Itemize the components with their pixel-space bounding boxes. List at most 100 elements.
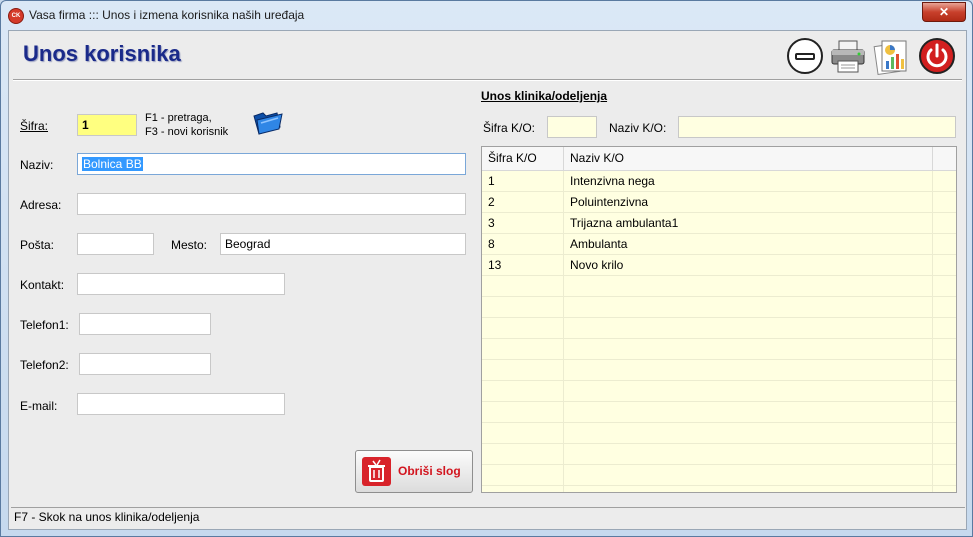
- table-row[interactable]: [482, 465, 956, 486]
- app-icon[interactable]: CK: [8, 8, 24, 24]
- cell-naziv: Trijazna ambulanta1: [564, 213, 933, 233]
- cell-naziv: [564, 486, 933, 492]
- cell-naziv: Ambulanta: [564, 234, 933, 254]
- cell-extra: [933, 171, 956, 191]
- status-bar: F7 - Skok na unos klinika/odeljenja: [11, 507, 965, 527]
- cell-naziv: [564, 318, 933, 338]
- cell-naziv: Intenzivna nega: [564, 171, 933, 191]
- table-row[interactable]: 13 Novo krilo: [482, 255, 956, 276]
- close-button[interactable]: ✕: [922, 2, 966, 22]
- table-header: Šifra K/O Naziv K/O: [482, 147, 956, 171]
- table-row[interactable]: [482, 276, 956, 297]
- naziv-ko-input[interactable]: [678, 116, 956, 138]
- cell-sifra: [482, 381, 564, 401]
- cell-naziv: [564, 423, 933, 443]
- cell-extra: [933, 486, 956, 492]
- klinike-section-title: Unos klinika/odeljenja: [481, 89, 608, 103]
- telefon1-label: Telefon1:: [20, 318, 69, 332]
- email-input[interactable]: [77, 393, 285, 415]
- klinike-table[interactable]: Šifra K/O Naziv K/O 1 Intenzivna nega 2 Pol…: [481, 146, 957, 493]
- printer-icon[interactable]: [829, 37, 867, 75]
- table-row[interactable]: [482, 381, 956, 402]
- column-header-naziv[interactable]: Naziv K/O: [564, 147, 933, 170]
- cell-sifra: 2: [482, 192, 564, 212]
- naziv-input[interactable]: Bolnica BB: [77, 153, 466, 175]
- trash-icon: [362, 457, 391, 486]
- sifra-label: Šifra:: [20, 119, 49, 133]
- cell-sifra: [482, 318, 564, 338]
- cell-naziv: [564, 381, 933, 401]
- cell-naziv: [564, 444, 933, 464]
- kontakt-input[interactable]: [77, 273, 285, 295]
- table-row[interactable]: 2 Poluintenzivna: [482, 192, 956, 213]
- minimize-icon[interactable]: [786, 37, 824, 75]
- delete-record-label: Obriši slog: [398, 464, 461, 478]
- cell-extra: [933, 213, 956, 233]
- title-bar[interactable]: CK Vasa firma ::: Unos i izmena korisnik…: [1, 1, 972, 29]
- table-row[interactable]: [482, 339, 956, 360]
- table-row[interactable]: 3 Trijazna ambulanta1: [482, 213, 956, 234]
- cell-extra: [933, 192, 956, 212]
- cell-sifra: 3: [482, 213, 564, 233]
- client-area: Unos korisnika Šifra: 1 F1 - pretraga, F…: [8, 30, 967, 530]
- sifra-ko-input[interactable]: [547, 116, 597, 138]
- adresa-label: Adresa:: [20, 198, 62, 212]
- power-icon[interactable]: [918, 37, 956, 75]
- cell-sifra: [482, 339, 564, 359]
- cell-sifra: [482, 297, 564, 317]
- naziv-value: Bolnica BB: [82, 157, 143, 171]
- cell-sifra: [482, 276, 564, 296]
- mesto-input[interactable]: Beograd: [220, 233, 466, 255]
- table-row[interactable]: [482, 360, 956, 381]
- folder-open-icon[interactable]: [251, 109, 285, 137]
- column-header-sifra[interactable]: Šifra K/O: [482, 147, 564, 170]
- hint-new-user: F3 - novi korisnik: [145, 126, 229, 138]
- window-title: Vasa firma ::: Unos i izmena korisnika n…: [29, 8, 305, 22]
- cell-naziv: [564, 360, 933, 380]
- sifra-ko-label: Šifra K/O:: [483, 121, 536, 135]
- posta-input[interactable]: [77, 233, 154, 255]
- page-title: Unos korisnika: [23, 41, 181, 66]
- table-row[interactable]: [482, 297, 956, 318]
- cell-sifra: 13: [482, 255, 564, 275]
- table-row[interactable]: 1 Intenzivna nega: [482, 171, 956, 192]
- adresa-input[interactable]: [77, 193, 466, 215]
- cell-extra: [933, 234, 956, 254]
- cell-naziv: [564, 465, 933, 485]
- cell-naziv: [564, 402, 933, 422]
- table-row[interactable]: [482, 318, 956, 339]
- table-row[interactable]: 8 Ambulanta: [482, 234, 956, 255]
- cell-naziv: [564, 276, 933, 296]
- telefon2-input[interactable]: [79, 353, 211, 375]
- cell-extra: [933, 465, 956, 485]
- app-window: CK Vasa firma ::: Unos i izmena korisnik…: [0, 0, 973, 537]
- cell-extra: [933, 339, 956, 359]
- cell-sifra: [482, 444, 564, 464]
- cell-naziv: Novo krilo: [564, 255, 933, 275]
- cell-extra: [933, 444, 956, 464]
- email-label: E-mail:: [20, 399, 58, 413]
- report-chart-icon[interactable]: [872, 37, 910, 75]
- cell-naziv: Poluintenzivna: [564, 192, 933, 212]
- delete-record-button[interactable]: Obriši slog: [355, 450, 473, 493]
- table-row[interactable]: [482, 486, 956, 492]
- cell-extra: [933, 423, 956, 443]
- telefon1-input[interactable]: [79, 313, 211, 335]
- cell-sifra: [482, 465, 564, 485]
- column-header-extra: [933, 147, 956, 170]
- table-row[interactable]: [482, 444, 956, 465]
- kontakt-label: Kontakt:: [20, 278, 65, 292]
- cell-extra: [933, 297, 956, 317]
- cell-sifra: [482, 486, 564, 492]
- cell-naziv: [564, 339, 933, 359]
- cell-sifra: 8: [482, 234, 564, 254]
- header-separator: [13, 79, 962, 81]
- table-row[interactable]: [482, 402, 956, 423]
- cell-extra: [933, 381, 956, 401]
- table-row[interactable]: [482, 423, 956, 444]
- cell-sifra: [482, 402, 564, 422]
- naziv-ko-label: Naziv K/O:: [609, 121, 667, 135]
- mesto-label: Mesto:: [171, 238, 208, 252]
- naziv-label: Naziv:: [20, 158, 54, 172]
- sifra-input[interactable]: 1: [77, 114, 137, 136]
